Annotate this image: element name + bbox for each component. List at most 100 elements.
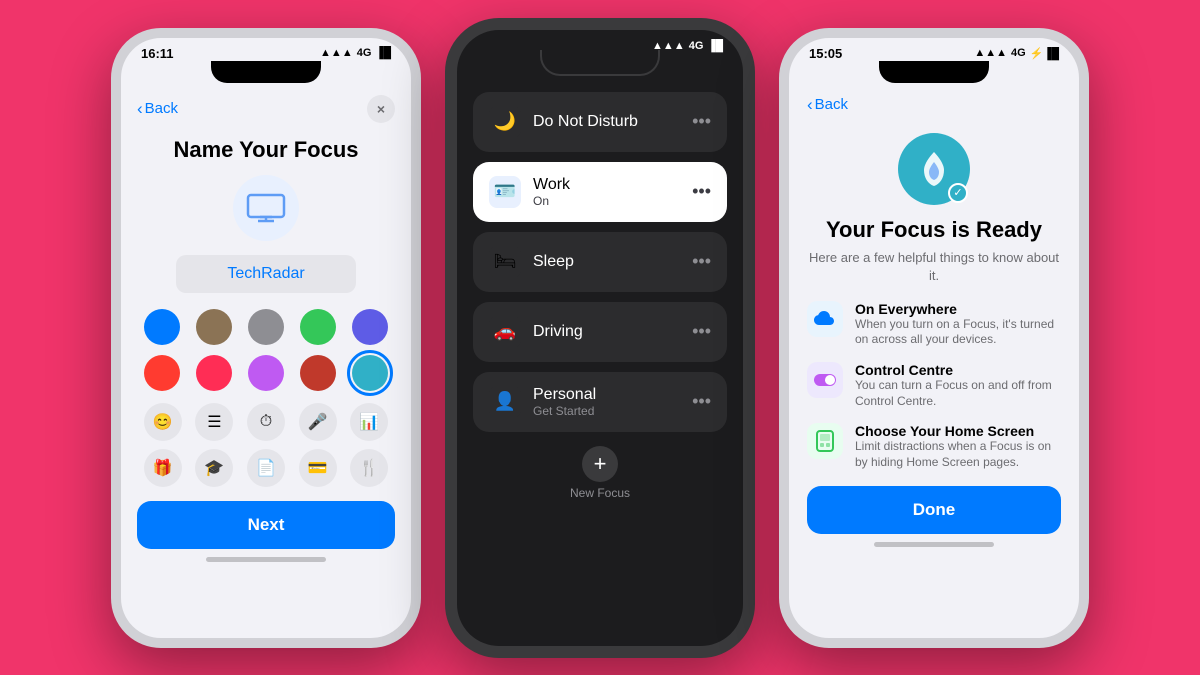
- focus-name-area: TechRadar: [137, 255, 395, 293]
- cloud-icon: [814, 311, 836, 327]
- info-title-control: Control Centre: [855, 362, 1061, 378]
- back-button-right[interactable]: ‹ Back: [807, 95, 848, 115]
- info-list: On Everywhere When you turn on a Focus, …: [807, 301, 1061, 471]
- focus-item-personal-icon: 👤: [489, 386, 521, 418]
- focus-item-personal-sub: Get Started: [533, 404, 680, 418]
- icon-grad[interactable]: 🎓: [195, 449, 233, 487]
- focus-item-work-icon: 🪪: [489, 176, 521, 208]
- add-focus-label: New Focus: [570, 486, 630, 500]
- focus-item-sleep-icon: 🛏: [489, 246, 521, 278]
- network-label-right: 4G: [1011, 47, 1026, 59]
- status-icons-left: ▲▲▲ 4G ▐█: [320, 47, 391, 59]
- info-icon-everywhere: [807, 301, 843, 337]
- signal-icon: ▲▲▲: [320, 47, 353, 59]
- back-button-left[interactable]: ‹ Back: [137, 99, 178, 119]
- notch-right: [879, 61, 989, 83]
- back-label-left: Back: [145, 100, 178, 117]
- focus-item-personal-text: Personal Get Started: [533, 386, 680, 418]
- flame-icon: [916, 148, 952, 190]
- focus-item-driving[interactable]: 🚗 Driving •••: [473, 302, 727, 362]
- status-icons-right: ▲▲▲ 4G ⚡▐█: [974, 47, 1059, 60]
- info-text-everywhere: On Everywhere When you turn on a Focus, …: [855, 301, 1061, 348]
- color-red-orange[interactable]: [144, 355, 180, 391]
- icon-gift[interactable]: 🎁: [144, 449, 182, 487]
- phone-icon: [816, 430, 834, 452]
- focus-item-dnd-text: Do Not Disturb: [533, 113, 680, 131]
- focus-item-work[interactable]: 🪪 Work On •••: [473, 162, 727, 222]
- color-purple[interactable]: [248, 355, 284, 391]
- signal-icon-right: ▲▲▲: [974, 47, 1007, 59]
- focus-item-personal-dots[interactable]: •••: [692, 391, 711, 412]
- info-desc-control: You can turn a Focus on and off from Con…: [855, 378, 1061, 409]
- color-teal[interactable]: [352, 355, 388, 391]
- focus-item-work-dots[interactable]: •••: [692, 181, 711, 202]
- home-indicator-right: [874, 542, 994, 547]
- focus-item-sleep[interactable]: 🛏 Sleep •••: [473, 232, 727, 292]
- status-icons-middle: ▲▲▲ 4G ▐█: [652, 40, 723, 52]
- info-item-homescreen: Choose Your Home Screen Limit distractio…: [807, 423, 1061, 470]
- focus-item-sleep-text: Sleep: [533, 253, 680, 271]
- time-left: 16:11: [141, 46, 174, 61]
- nav-bar-left: ‹ Back ×: [137, 87, 395, 131]
- info-desc-homescreen: Limit distractions when a Focus is on by…: [855, 439, 1061, 470]
- screen-right: ‹ Back ✓ Your Focus is Ready Here are a …: [789, 87, 1079, 637]
- monitor-icon: [246, 193, 286, 223]
- color-grid: [137, 309, 395, 391]
- focus-item-driving-dots[interactable]: •••: [692, 321, 711, 342]
- info-icon-control: [807, 362, 843, 398]
- battery-icon-middle: ▐█: [707, 40, 723, 52]
- notch-middle: [540, 50, 660, 76]
- focus-item-dnd-icon: 🌙: [489, 106, 521, 138]
- color-pink[interactable]: [196, 355, 232, 391]
- notch-left: [211, 61, 321, 83]
- back-label-right: Back: [815, 96, 848, 113]
- icon-doc[interactable]: 📄: [247, 449, 285, 487]
- close-button-left[interactable]: ×: [367, 95, 395, 123]
- nav-bar-right: ‹ Back: [807, 87, 1061, 123]
- icon-card[interactable]: 💳: [299, 449, 337, 487]
- color-dark-red[interactable]: [300, 355, 336, 391]
- icon-clock[interactable]: ⏱: [247, 403, 285, 441]
- icon-grid: 😊 ☰ ⏱ 🎤 📊 🎁 🎓 📄 💳 🍴: [137, 403, 395, 487]
- home-indicator-left: [206, 557, 326, 562]
- color-gray[interactable]: [248, 309, 284, 345]
- info-item-everywhere: On Everywhere When you turn on a Focus, …: [807, 301, 1061, 348]
- page-title-left: Name Your Focus: [137, 137, 395, 163]
- add-focus-button[interactable]: +: [582, 446, 618, 482]
- icon-chart[interactable]: 📊: [350, 403, 388, 441]
- next-button[interactable]: Next: [137, 501, 395, 549]
- network-label-middle: 4G: [689, 40, 704, 52]
- info-title-homescreen: Choose Your Home Screen: [855, 423, 1061, 439]
- icon-list[interactable]: ☰: [195, 403, 233, 441]
- focus-list: 🌙 Do Not Disturb ••• 🪪 Work On ••• 🛏: [473, 92, 727, 432]
- phone-right: 15:05 ▲▲▲ 4G ⚡▐█ ‹ Back ✓ Your Focus is …: [779, 28, 1089, 648]
- focus-icon: [233, 175, 299, 241]
- battery-icon: ▐█: [375, 47, 391, 59]
- info-item-control: Control Centre You can turn a Focus on a…: [807, 362, 1061, 409]
- ready-icon-bg: ✓: [898, 133, 970, 205]
- color-green[interactable]: [300, 309, 336, 345]
- focus-item-dnd-dots[interactable]: •••: [692, 111, 711, 132]
- icon-mic[interactable]: 🎤: [299, 403, 337, 441]
- color-blue[interactable]: [144, 309, 180, 345]
- checkmark-icon: ✓: [948, 183, 968, 203]
- ready-icon-area: ✓: [807, 133, 1061, 205]
- info-desc-everywhere: When you turn on a Focus, it's turned on…: [855, 317, 1061, 348]
- focus-item-work-name: Work: [533, 176, 680, 194]
- icon-fork[interactable]: 🍴: [350, 449, 388, 487]
- color-brown[interactable]: [196, 309, 232, 345]
- screen-middle: 🌙 Do Not Disturb ••• 🪪 Work On ••• 🛏: [457, 92, 743, 658]
- focus-item-sleep-dots[interactable]: •••: [692, 251, 711, 272]
- battery-icon-right: ⚡▐█: [1030, 47, 1059, 60]
- focus-item-driving-icon: 🚗: [489, 316, 521, 348]
- time-right: 15:05: [809, 46, 842, 61]
- ready-title: Your Focus is Ready: [807, 217, 1061, 243]
- focus-item-dnd[interactable]: 🌙 Do Not Disturb •••: [473, 92, 727, 152]
- focus-name-input[interactable]: TechRadar: [176, 255, 356, 293]
- icon-emoji[interactable]: 😊: [144, 403, 182, 441]
- focus-item-personal[interactable]: 👤 Personal Get Started •••: [473, 372, 727, 432]
- back-chevron-icon: ‹: [137, 99, 143, 119]
- color-indigo[interactable]: [352, 309, 388, 345]
- done-button[interactable]: Done: [807, 486, 1061, 534]
- focus-item-work-text: Work On: [533, 176, 680, 208]
